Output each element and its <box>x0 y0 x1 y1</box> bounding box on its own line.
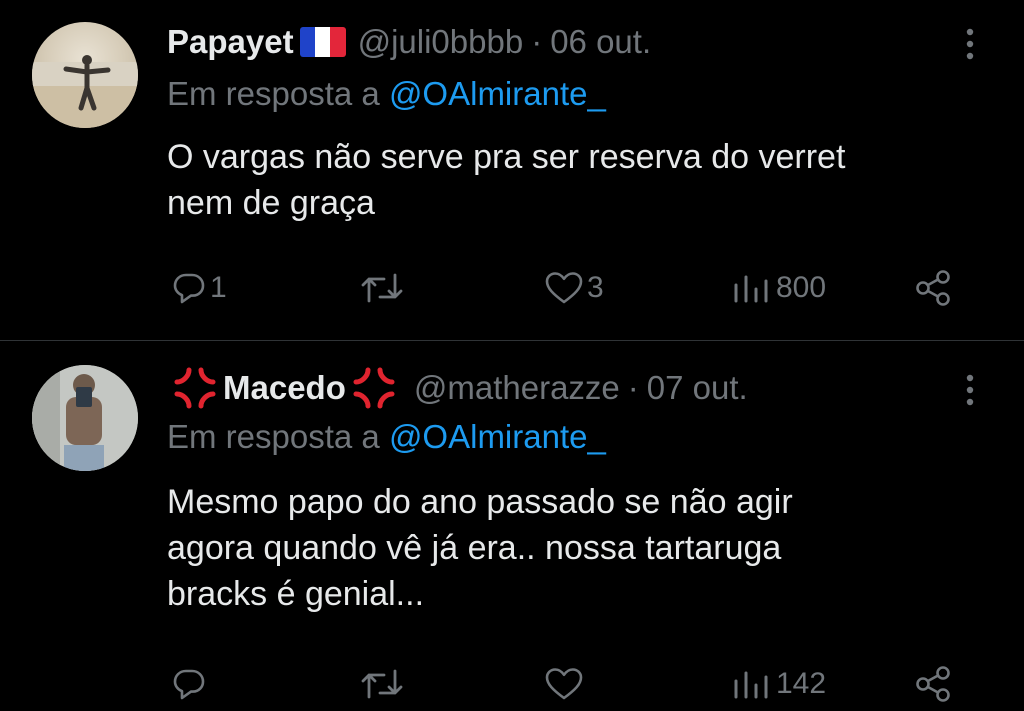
heart-icon <box>545 271 583 305</box>
heart-icon <box>545 667 583 701</box>
like-button[interactable]: 3 <box>545 266 604 310</box>
reply-context: Em resposta a @OAlmirante_ <box>167 418 606 456</box>
tweet-text-line: Mesmo papo do ano passado se não agir <box>167 483 793 521</box>
tweet-date[interactable]: 07 out. <box>647 369 748 407</box>
reply-mention-link[interactable]: @OAlmirante_ <box>389 418 606 455</box>
retweet-button[interactable] <box>360 266 404 310</box>
anger-symbol-emoji <box>173 366 217 410</box>
separator: · <box>627 369 639 406</box>
reply-prefix: Em resposta a <box>167 418 380 455</box>
user-handle[interactable]: @juli0bbbb <box>358 23 524 61</box>
view-count: 800 <box>776 271 827 304</box>
separator: · <box>531 23 543 60</box>
reply-context: Em resposta a @OAlmirante_ <box>167 75 606 113</box>
views-icon <box>732 667 772 701</box>
share-icon <box>914 664 954 704</box>
like-count: 3 <box>587 271 604 304</box>
tweet-text-line: agora quando vê já era.. nossa tartaruga <box>167 529 782 567</box>
tweet-text: O vargas não serve pra ser reserva do ve… <box>167 134 967 226</box>
avatar[interactable] <box>32 365 138 471</box>
action-bar: 142 <box>0 662 1024 706</box>
reply-mention-link[interactable]: @OAlmirante_ <box>389 75 606 112</box>
action-bar: 1 3 800 <box>0 266 1024 310</box>
tweet-text-line: nem de graça <box>167 184 375 222</box>
views-button[interactable]: 800 <box>732 266 826 310</box>
more-icon[interactable] <box>958 370 982 410</box>
tweet-header: Macedo @matherazze · 07 out. <box>167 366 748 410</box>
share-button[interactable] <box>914 662 954 706</box>
reply-button[interactable]: 1 <box>172 266 227 310</box>
reply-prefix: Em resposta a <box>167 75 380 112</box>
avatar[interactable] <box>32 22 138 128</box>
tweet-papayet[interactable]: Papayet @juli0bbbb · 06 out. Em resposta… <box>0 0 1024 340</box>
tweet-text-line: O vargas não serve pra ser reserva do ve… <box>167 138 846 176</box>
views-button[interactable]: 142 <box>732 662 826 706</box>
tweet-macedo[interactable]: Macedo @matherazze · 07 out. Em resposta… <box>0 340 1024 711</box>
reply-button[interactable] <box>172 662 210 706</box>
more-icon[interactable] <box>958 24 982 64</box>
like-button[interactable] <box>545 662 587 706</box>
share-icon <box>914 268 954 308</box>
reply-count: 1 <box>210 271 227 304</box>
tweet-date[interactable]: 06 out. <box>550 23 651 61</box>
tweet-header: Papayet @juli0bbbb · 06 out. <box>167 20 651 64</box>
tweet-text-line: bracks é genial... <box>167 575 425 613</box>
reply-icon <box>172 271 206 305</box>
reply-icon <box>172 667 206 701</box>
retweet-icon <box>360 667 404 701</box>
display-name[interactable]: Papayet <box>167 23 294 61</box>
views-icon <box>732 271 772 305</box>
view-count: 142 <box>776 667 827 700</box>
tweet-text: Mesmo papo do ano passado se não agir ag… <box>167 479 967 617</box>
retweet-button[interactable] <box>360 662 404 706</box>
share-button[interactable] <box>914 266 954 310</box>
france-flag-icon <box>299 27 346 57</box>
display-name[interactable]: Macedo <box>223 369 346 407</box>
anger-symbol-emoji <box>352 366 396 410</box>
retweet-icon <box>360 271 404 305</box>
user-handle[interactable]: @matherazze <box>414 369 620 407</box>
